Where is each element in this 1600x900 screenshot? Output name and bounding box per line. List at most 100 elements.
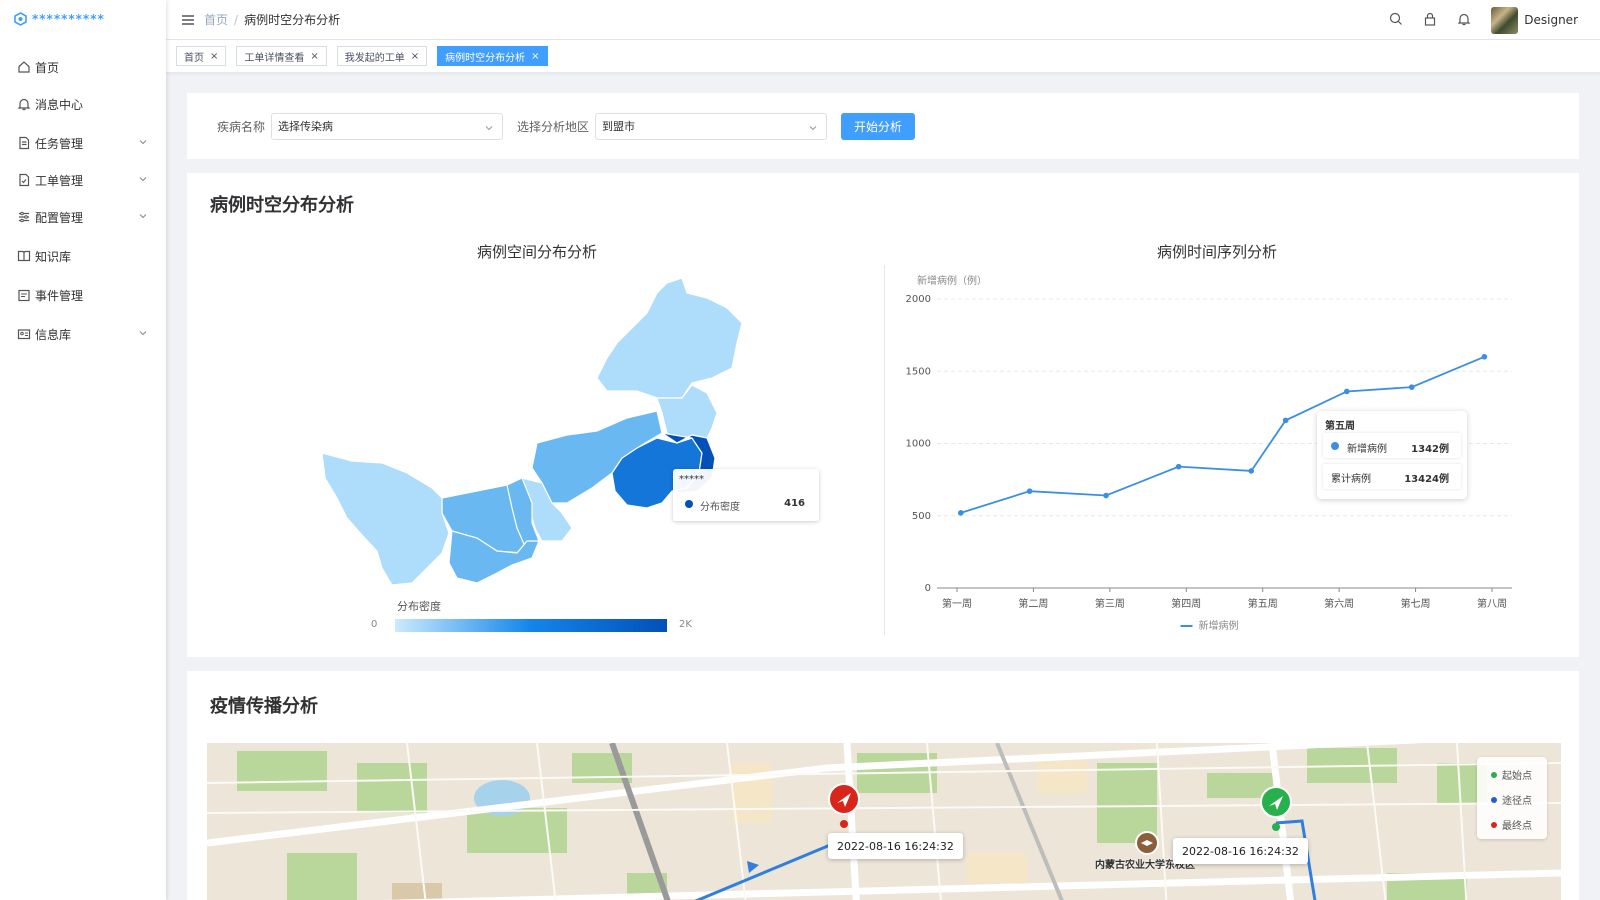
tag-label: 我发起的工单 <box>344 52 405 64</box>
legend-start: 起始点 <box>1491 767 1547 782</box>
disease-select[interactable]: 选择传染病 <box>271 112 504 140</box>
start-analysis-button[interactable]: 开始分析 <box>841 112 916 140</box>
tooltip-new-label: 新增病例 <box>1347 444 1387 455</box>
y-tick-label: 2000 <box>906 294 931 305</box>
legend-end: 最终点 <box>1491 817 1547 832</box>
tooltip-week: 第五周 <box>1325 421 1355 432</box>
data-point <box>1408 384 1415 390</box>
y-tick-label: 0 <box>925 583 931 594</box>
sidebar-item-infobase[interactable]: 信息库 <box>0 316 166 352</box>
file-check-icon <box>17 173 31 187</box>
start-marker-timestamp: 2022-08-16 16:24:32 <box>1173 838 1308 864</box>
y-tick-label: 500 <box>912 511 931 522</box>
calendar-icon <box>17 288 31 302</box>
search-icon[interactable] <box>1389 12 1405 28</box>
hamburger-icon[interactable] <box>182 14 194 25</box>
breadcrumb-home[interactable]: 首页 <box>204 13 228 27</box>
avatar[interactable] <box>1491 6 1519 34</box>
x-tick-label: 第四周 <box>1171 597 1201 610</box>
region-select[interactable]: 到盟市 <box>595 112 828 140</box>
sidebar-item-knowledge[interactable]: 知识库 <box>0 238 166 274</box>
chevron-down-icon <box>139 214 147 219</box>
street-map[interactable]: 内蒙古农业大学东校区 2022-08-16 16:24:32 2022-08-1… <box>207 743 1561 900</box>
sidebar-item-label: 消息中心 <box>35 97 84 112</box>
data-point <box>1481 354 1488 360</box>
notification-bell-icon[interactable] <box>1457 12 1473 28</box>
tag-label: 病例时空分布分析 <box>445 52 526 64</box>
x-tick-label: 第一周 <box>942 597 972 610</box>
disease-select-value: 选择传染病 <box>278 120 334 133</box>
sidebar-item-messages[interactable]: 消息中心 <box>0 86 166 122</box>
data-point <box>1282 417 1289 424</box>
chevron-down-icon <box>139 331 147 336</box>
y-axis-label: 新增病例（例） <box>917 274 987 287</box>
spread-title: 疫情传播分析 <box>210 696 318 717</box>
lock-icon[interactable] <box>1423 12 1439 28</box>
y-tick-label: 1000 <box>906 439 931 450</box>
data-point <box>1175 463 1182 470</box>
tags-view: 首页 × 工单详情查看 × 我发起的工单 × 病例时空分布分析 × <box>166 40 1600 73</box>
data-point <box>1248 468 1255 474</box>
user-name[interactable]: Designer <box>1524 13 1578 27</box>
tooltip-cum-label: 累计病例 <box>1331 474 1371 485</box>
tag-label: 首页 <box>184 52 204 64</box>
logo-icon <box>14 12 27 26</box>
x-tick-label: 第七周 <box>1401 597 1431 610</box>
x-tick-label: 第三周 <box>1095 597 1125 610</box>
chevron-down-icon <box>139 140 147 145</box>
data-point <box>1103 492 1109 499</box>
chevron-down-icon <box>809 125 817 130</box>
tag-home[interactable]: 首页 × <box>176 46 227 66</box>
tooltip-dot-icon <box>1331 442 1339 450</box>
legend-waypoint: 途径点 <box>1491 792 1547 807</box>
chevron-down-icon <box>485 125 493 130</box>
data-point <box>1026 488 1033 494</box>
sidebar-item-label: 工单管理 <box>35 173 84 188</box>
data-point <box>958 510 964 516</box>
sidebar-item-label: 信息库 <box>35 327 72 342</box>
bell-icon <box>17 97 31 111</box>
end-marker-timestamp: 2022-08-16 16:24:32 <box>828 833 963 859</box>
tag-my-workorders[interactable]: 我发起的工单 × <box>336 46 428 66</box>
close-icon[interactable]: × <box>310 51 318 62</box>
sidebar-item-config[interactable]: 配置管理 <box>0 199 166 235</box>
logo-text: ********** <box>32 12 105 26</box>
x-tick-label: 第八周 <box>1477 597 1507 610</box>
legend-label: 途径点 <box>1502 796 1532 807</box>
analysis-card: 病例时空分布分析 病例空间分布分析 ***** 分布密度 416 分布密度 0 … <box>187 173 1579 657</box>
sidebar-item-label: 事件管理 <box>35 288 84 303</box>
sidebar-item-label: 知识库 <box>35 249 72 264</box>
legend-label: 新增病例 <box>1199 619 1239 632</box>
data-point <box>1343 388 1350 395</box>
start-dot-icon <box>1491 771 1497 778</box>
spread-card: 疫情传播分析 内蒙古农业大学东校区 2022-08-16 16:24:32 20… <box>187 671 1579 900</box>
id-card-icon <box>17 327 31 341</box>
close-icon[interactable]: × <box>531 51 539 62</box>
filter-card: 疾病名称 选择传染病 选择分析地区 到盟市 开始分析 <box>187 93 1579 159</box>
x-tick-label: 第二周 <box>1018 597 1048 610</box>
breadcrumb: 首页 / 病例时空分布分析 <box>204 13 341 27</box>
sidebar-item-events[interactable]: 事件管理 <box>0 277 166 313</box>
app-logo[interactable]: ********** <box>0 0 166 38</box>
tooltip-new-value: 1342例 <box>1411 444 1449 455</box>
timeseries-tooltip: 第五周 新增病例 1342例 累计病例 13424例 <box>1317 411 1467 499</box>
waypoint-dot-icon <box>1491 796 1497 803</box>
legend-label: 最终点 <box>1502 821 1532 832</box>
sidebar-item-tasks[interactable]: 任务管理 <box>0 125 166 161</box>
sidebar-item-home[interactable]: 首页 <box>0 49 166 85</box>
street-map-tiles <box>207 743 1561 900</box>
close-icon[interactable]: × <box>210 51 218 62</box>
sliders-icon <box>17 210 31 224</box>
x-tick-label: 第六周 <box>1324 597 1354 610</box>
legend-label: 起始点 <box>1502 771 1532 782</box>
sidebar: ********** 首页 消息中心 任务管理 工单管理 配置管理 知识库 事件… <box>0 0 166 900</box>
sidebar-item-label: 任务管理 <box>35 136 84 151</box>
close-icon[interactable]: × <box>411 51 419 62</box>
tooltip-cum-value: 13424例 <box>1404 474 1449 485</box>
tag-workorder-detail[interactable]: 工单详情查看 × <box>236 46 327 66</box>
region-label: 选择分析地区 <box>517 119 590 134</box>
tag-case-analysis[interactable]: 病例时空分布分析 × <box>437 46 548 66</box>
chevron-down-icon <box>139 177 147 182</box>
y-tick-label: 1500 <box>906 366 931 377</box>
sidebar-item-workorders[interactable]: 工单管理 <box>0 162 166 198</box>
